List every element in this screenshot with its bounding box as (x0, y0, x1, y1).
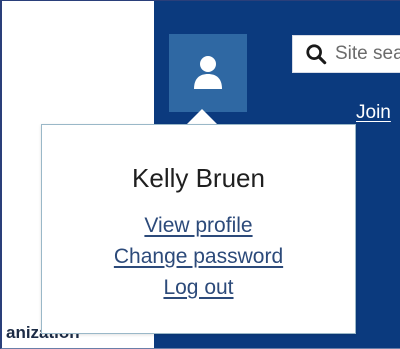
search-input[interactable] (335, 43, 400, 65)
popover-arrow (186, 109, 218, 125)
view-profile-link[interactable]: View profile (42, 214, 355, 238)
user-name: Kelly Bruen (132, 163, 265, 193)
change-password-link[interactable]: Change password (42, 245, 355, 269)
log-out-link[interactable]: Log out (42, 276, 355, 300)
join-link[interactable]: Join (356, 102, 391, 124)
user-icon (194, 56, 222, 89)
change-password-label[interactable]: Change password (114, 245, 283, 268)
page-frame: Join anization Kelly Bruen View profile … (0, 0, 400, 349)
search-icon[interactable] (305, 43, 327, 65)
user-menu-button[interactable] (169, 34, 247, 112)
search-box[interactable] (292, 35, 400, 73)
view-profile-label[interactable]: View profile (144, 214, 252, 237)
user-menu-popover: Kelly Bruen View profile Change password… (41, 124, 356, 334)
log-out-label[interactable]: Log out (163, 276, 233, 299)
